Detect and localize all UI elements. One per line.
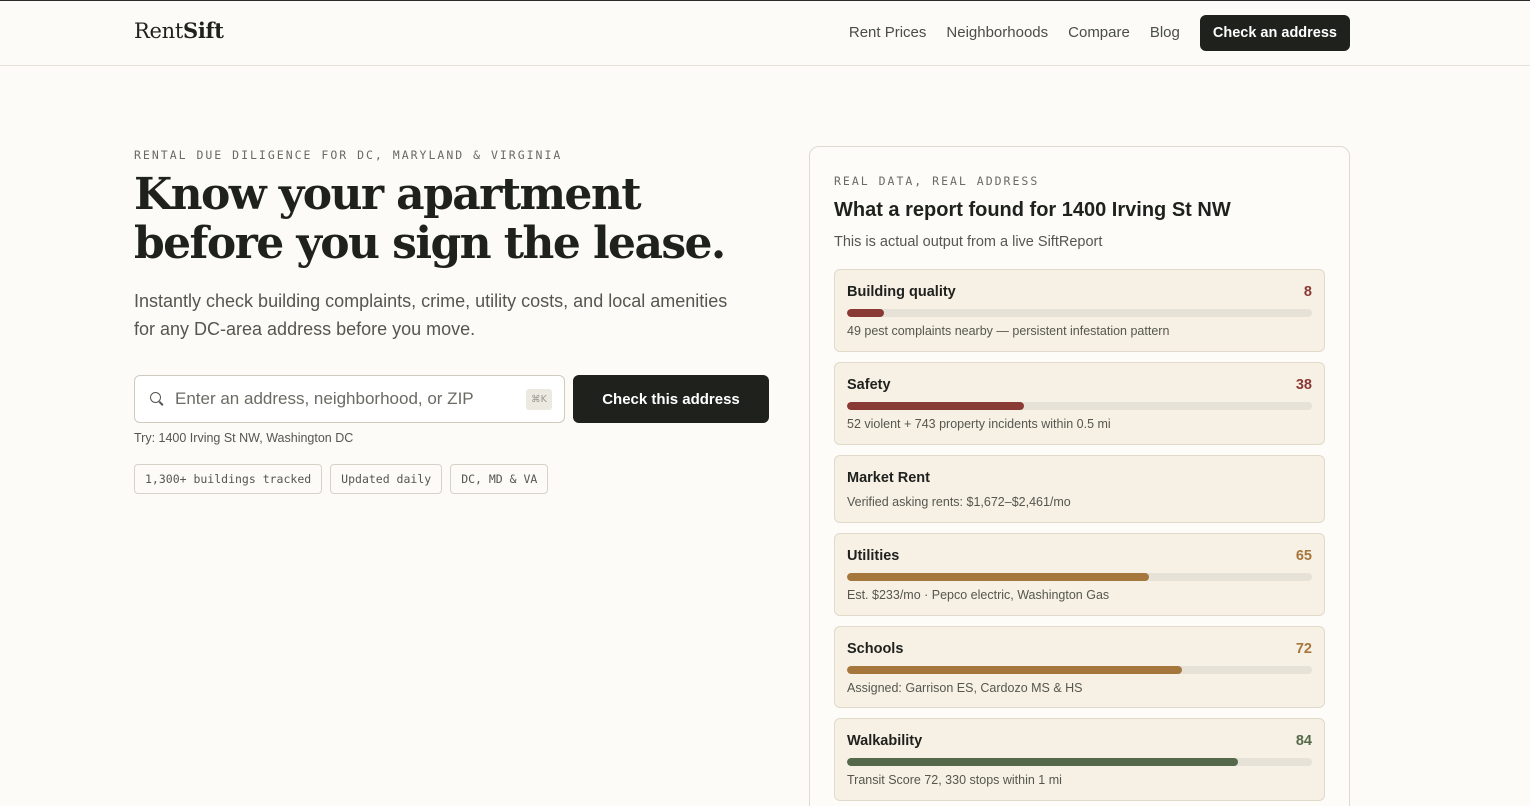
metric-note: Est. $233/mo · Pepco electric, Washingto…: [847, 588, 1110, 602]
nav-blog[interactable]: Blog: [1150, 15, 1180, 51]
report-eyebrow: REAL DATA, REAL ADDRESS: [834, 174, 1040, 188]
metric-bar-track: [847, 666, 1312, 674]
metric-bar-track: [847, 573, 1312, 581]
metric-note: 52 violent + 743 property incidents with…: [847, 417, 1111, 431]
metric-bar-track: [847, 309, 1312, 317]
metric-name: Building quality: [847, 284, 956, 300]
hero-title: Know your apartment before you sign the …: [134, 169, 726, 269]
metric-bar-track: [847, 758, 1312, 766]
metric-name: Market Rent: [847, 470, 930, 486]
metric-score: 38: [1295, 377, 1312, 393]
metric-building-quality: Building quality 8 49 pest complaints ne…: [834, 269, 1325, 352]
metric-walkability: Walkability 84 Transit Score 72, 330 sto…: [834, 718, 1325, 801]
address-search-box[interactable]: ⌘K: [134, 375, 565, 423]
metric-score: 84: [1295, 733, 1312, 749]
metric-note: Transit Score 72, 330 stops within 1 mi: [847, 773, 1062, 787]
metric-score: 72: [1295, 641, 1312, 657]
metric-bar-fill: [847, 309, 885, 317]
search-icon: [149, 391, 165, 407]
metric-note: Assigned: Garrison ES, Cardozo MS & HS: [847, 681, 1083, 695]
keyboard-shortcut-badge: ⌘K: [526, 389, 552, 410]
metric-safety: Safety 38 52 violent + 743 property inci…: [834, 362, 1325, 445]
hero-eyebrow: RENTAL DUE DILIGENCE FOR DC, MARYLAND & …: [134, 148, 563, 162]
metric-bar-fill: [847, 758, 1238, 766]
tag-coverage: DC, MD & VA: [450, 464, 549, 494]
check-this-address-button[interactable]: Check this address: [573, 375, 769, 423]
logo-text-regular: Rent: [134, 19, 184, 43]
feature-tags: 1,300+ buildings tracked Updated daily D…: [134, 464, 556, 494]
sample-report-card: REAL DATA, REAL ADDRESS What a report fo…: [809, 146, 1350, 806]
metric-note: 49 pest complaints nearby — persistent i…: [847, 324, 1170, 338]
address-search-input[interactable]: [175, 389, 515, 409]
logo-text-bold: Sift: [183, 18, 224, 43]
logo[interactable]: RentSift: [134, 18, 224, 43]
example-address-hint[interactable]: Try: 1400 Irving St NW, Washington DC: [134, 431, 353, 445]
nav-compare[interactable]: Compare: [1068, 15, 1130, 51]
site-header: RentSift Rent Prices Neighborhoods Compa…: [0, 1, 1530, 66]
metric-schools: Schools 72 Assigned: Garrison ES, Cardoz…: [834, 626, 1325, 708]
main-nav: Rent Prices Neighborhoods Compare Blog C…: [849, 15, 1350, 51]
check-an-address-button[interactable]: Check an address: [1199, 15, 1350, 51]
hero-subtitle: Instantly check building complaints, cri…: [134, 291, 728, 339]
metric-note: Verified asking rents: $1,672–$2,461/mo: [847, 495, 1071, 509]
metric-name: Utilities: [847, 548, 900, 564]
nav-neighborhoods[interactable]: Neighborhoods: [946, 15, 1048, 51]
metric-utilities: Utilities 65 Est. $233/mo · Pepco electr…: [834, 533, 1325, 616]
metric-name: Safety: [847, 377, 891, 393]
metric-bar-fill: [847, 573, 1150, 581]
metric-score: 8: [1303, 284, 1312, 300]
nav-rent-prices[interactable]: Rent Prices: [849, 15, 927, 51]
tag-updated-daily: Updated daily: [330, 464, 443, 494]
metric-bar-fill: [847, 666, 1182, 674]
metric-score: 65: [1295, 548, 1312, 564]
metric-name: Schools: [847, 641, 904, 657]
metric-bar-fill: [847, 402, 1024, 410]
metric-bar-track: [847, 402, 1312, 410]
report-title: What a report found for 1400 Irving St N…: [834, 199, 1231, 221]
report-subtitle: This is actual output from a live SiftRe…: [834, 234, 1103, 250]
metric-market-rent: Market Rent Verified asking rents: $1,67…: [834, 455, 1325, 523]
tag-buildings-tracked: 1,300+ buildings tracked: [134, 464, 323, 494]
metric-name: Walkability: [847, 733, 923, 749]
